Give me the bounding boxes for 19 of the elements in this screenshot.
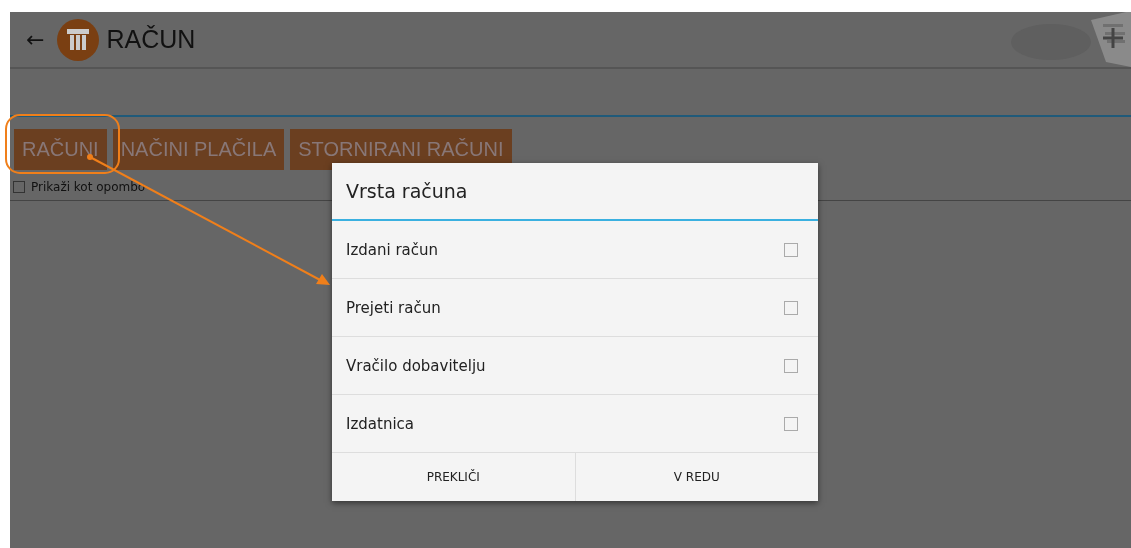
checkbox[interactable] [784,242,798,257]
tab[interactable]: NAČINI PLAČILA [112,129,285,170]
checkbox[interactable] [784,358,798,373]
option-label: Izdatnica [346,414,414,433]
checkbox-label: Prikaži kot opombo [31,180,146,194]
checkbox[interactable] [784,300,798,315]
add-icon[interactable] [1101,26,1125,50]
tab[interactable]: RAČUNI [14,129,107,170]
dialog-button[interactable]: PREKLIČI [332,453,575,501]
option-label: Vračilo dobavitelju [346,356,486,375]
back-button[interactable]: ← [26,27,45,52]
screen-title: RAČUN [106,25,196,54]
checkbox[interactable] [13,181,25,193]
column-logo-icon [56,17,101,62]
option-label: Izdani račun [346,240,439,259]
dialog-title: Vrsta računa [332,163,818,221]
checkbox[interactable] [784,416,798,431]
option-label: Prejeti račun [346,298,441,317]
dialog-button[interactable]: V REDU [574,453,818,501]
